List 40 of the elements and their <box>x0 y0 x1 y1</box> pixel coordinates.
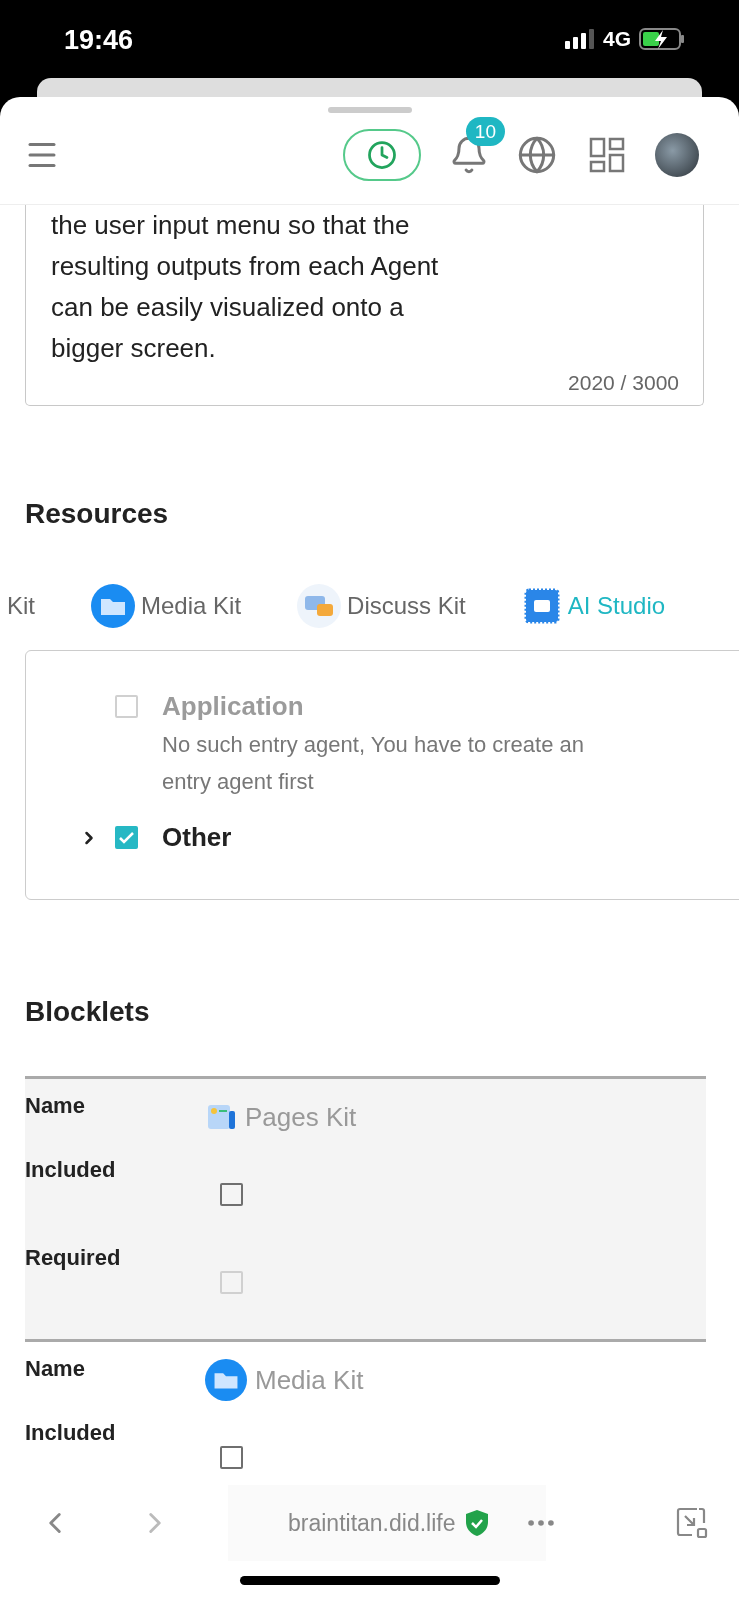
field-label: Included <box>25 1420 117 1447</box>
description-text: the user input menu so that the resulting outputs from each Agent can be easily visualized onto a bigger screen. <box>51 209 440 365</box>
avatar[interactable] <box>655 132 699 177</box>
field-label: Required <box>25 1245 122 1272</box>
section-title: Blocklets <box>25 996 151 1028</box>
grid-icon[interactable] <box>589 136 625 173</box>
field-label: Included <box>25 1157 117 1184</box>
description-field[interactable]: the user input menu so that the resulting outputs from each Agent can be easily visualized onto a bigger screen. 2020 / 3000 <box>25 205 704 406</box>
option-checkbox[interactable] <box>115 826 138 849</box>
field-checkbox[interactable] <box>220 1183 243 1206</box>
folder-icon <box>205 1359 247 1401</box>
resource-tab[interactable]: Kit <box>7 592 35 620</box>
chat-icon <box>297 584 342 628</box>
status-time: 19:46 <box>64 24 134 56</box>
notification-badge: 10 <box>465 116 505 146</box>
option-label: Application <box>162 691 305 722</box>
shield-check-icon <box>463 1509 490 1537</box>
blocklet-name: Media Kit <box>255 1364 364 1396</box>
field-label: Name <box>25 1356 86 1383</box>
option-label: Other <box>162 822 233 853</box>
field-label: Name <box>25 1093 86 1120</box>
address-bar[interactable]: braintitan.did.life <box>228 1485 546 1561</box>
section-title: Resources <box>25 498 170 530</box>
clock-button[interactable] <box>343 128 421 181</box>
option-description: No such entry agent, You have to create an entry agent first <box>162 731 585 796</box>
check-icon <box>119 831 134 844</box>
resource-tab[interactable]: Media Kit <box>91 584 242 628</box>
globe-icon[interactable] <box>517 134 557 175</box>
signal-icon <box>565 29 595 49</box>
resource-tab[interactable]: Discuss Kit <box>297 584 466 628</box>
character-counter: 2020 / 3000 <box>567 371 679 395</box>
url-text: braintitan.did.life <box>288 1509 456 1537</box>
window-icon[interactable] <box>675 1506 709 1540</box>
blocklet-name: Pages Kit <box>245 1101 357 1133</box>
folder-icon <box>91 584 135 628</box>
network-label: 4G <box>603 27 631 51</box>
field-checkbox[interactable] <box>220 1446 243 1469</box>
clock-icon <box>367 139 397 170</box>
battery-icon <box>639 28 685 50</box>
drag-handle[interactable] <box>327 107 412 113</box>
